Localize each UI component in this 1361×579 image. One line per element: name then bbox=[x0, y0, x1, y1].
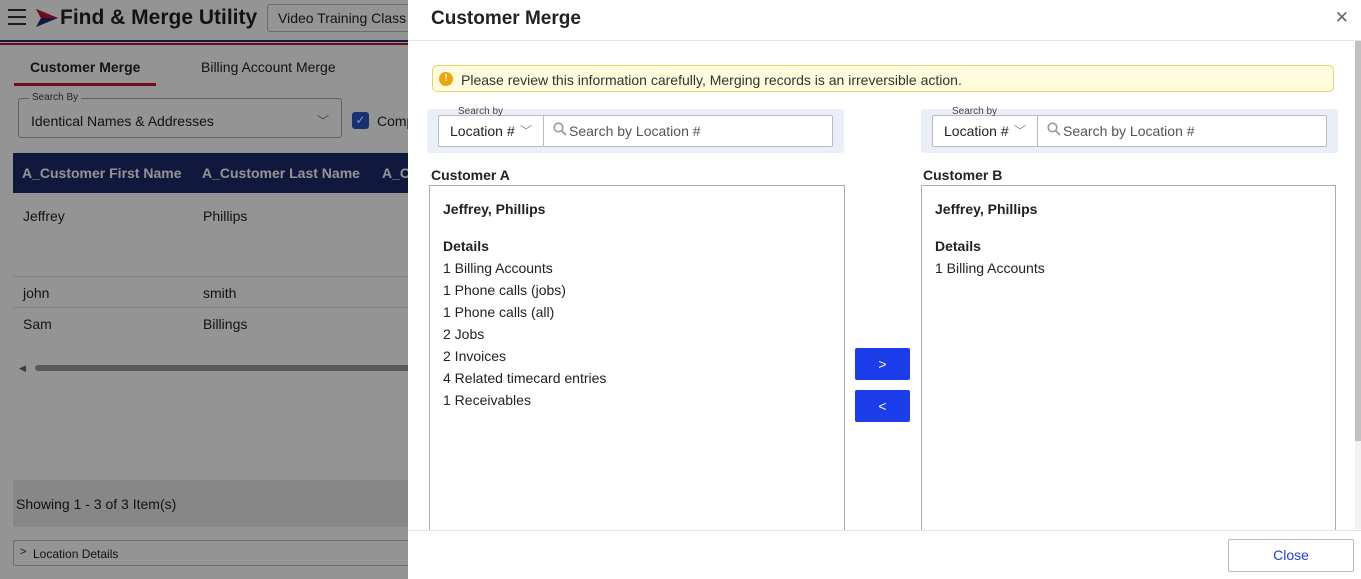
customer-b-name: Jeffrey, Phillips bbox=[935, 201, 1038, 217]
customer-a-search-by-select[interactable]: Location # ﹀ bbox=[439, 116, 544, 146]
detail-item: 2 Invoices bbox=[443, 348, 507, 364]
dialog-footer: Close bbox=[408, 530, 1361, 579]
customer-a-details-list: 1 Billing Accounts 1 Phone calls (jobs) … bbox=[443, 260, 606, 414]
customer-a-search-panel: Search by Location # ﹀ Search by Locatio… bbox=[427, 106, 844, 153]
search-icon bbox=[1047, 122, 1061, 136]
chevron-down-icon: ﹀ bbox=[1014, 124, 1027, 138]
customer-a-label: Customer A bbox=[431, 167, 510, 183]
customer-b-panel: Jeffrey, Phillips Details 1 Billing Acco… bbox=[921, 185, 1336, 530]
warning-text: Please review this information carefully… bbox=[461, 72, 962, 88]
detail-item: 1 Receivables bbox=[443, 392, 531, 408]
customer-a-search-input[interactable]: Search by Location # bbox=[545, 116, 832, 146]
customer-b-label: Customer B bbox=[923, 167, 1003, 183]
customer-merge-dialog: Customer Merge ✕ ! Please review this in… bbox=[408, 0, 1361, 579]
customer-b-search-panel: Search by Location # ﹀ Search by Locatio… bbox=[921, 106, 1338, 153]
customer-b-search-by-select[interactable]: Location # ﹀ bbox=[933, 116, 1038, 146]
close-icon[interactable]: ✕ bbox=[1335, 8, 1349, 28]
customer-a-details-title: Details bbox=[443, 238, 489, 254]
dialog-title: Customer Merge bbox=[431, 8, 581, 29]
chevron-down-icon: ﹀ bbox=[520, 124, 533, 138]
detail-item: 2 Jobs bbox=[443, 326, 485, 342]
customer-a-search-field: Search by Location # ﹀ Search by Locatio… bbox=[438, 106, 833, 147]
dialog-scrollbar[interactable] bbox=[1355, 41, 1361, 529]
warning-banner: ! Please review this information careful… bbox=[432, 65, 1334, 92]
warning-icon: ! bbox=[439, 72, 453, 86]
search-placeholder: Search by Location # bbox=[1063, 123, 1195, 139]
detail-item: 1 Phone calls (jobs) bbox=[443, 282, 566, 298]
close-button[interactable]: Close bbox=[1228, 539, 1354, 572]
detail-item: 1 Billing Accounts bbox=[443, 260, 553, 276]
modal-backdrop[interactable] bbox=[0, 0, 408, 579]
move-left-button[interactable]: < bbox=[855, 390, 910, 422]
detail-item: 1 Phone calls (all) bbox=[443, 304, 555, 320]
scrollbar-thumb[interactable] bbox=[1355, 41, 1361, 441]
customer-a-panel: Jeffrey, Phillips Details 1 Billing Acco… bbox=[429, 185, 845, 530]
customer-b-search-input[interactable]: Search by Location # bbox=[1039, 116, 1326, 146]
customer-b-details-title: Details bbox=[935, 238, 981, 254]
search-by-value: Location # bbox=[944, 123, 1009, 139]
search-placeholder: Search by Location # bbox=[569, 123, 701, 139]
customer-b-details-list: 1 Billing Accounts bbox=[935, 260, 1045, 282]
dialog-header: Customer Merge ✕ bbox=[408, 0, 1361, 41]
detail-item: 1 Billing Accounts bbox=[935, 260, 1045, 276]
search-by-value: Location # bbox=[450, 123, 515, 139]
customer-a-name: Jeffrey, Phillips bbox=[443, 201, 546, 217]
move-right-button[interactable]: > bbox=[855, 348, 910, 380]
customer-b-search-field: Search by Location # ﹀ Search by Locatio… bbox=[932, 106, 1327, 147]
detail-item: 4 Related timecard entries bbox=[443, 370, 607, 386]
search-icon bbox=[553, 122, 567, 136]
